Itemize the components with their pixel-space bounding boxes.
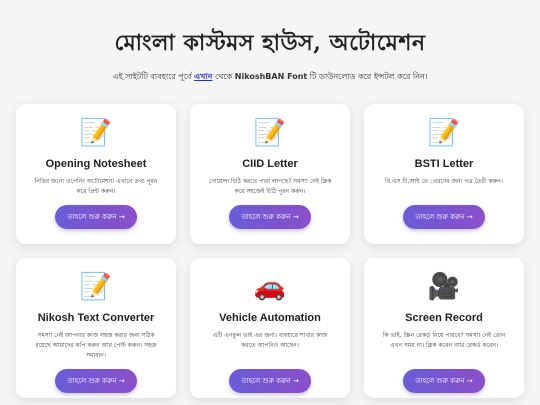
car-icon: 🚗 [253, 272, 287, 302]
card-screen-record: 🎥 Screen Record কি ভাই, স্ক্রিন রেকর্ড ন… [364, 258, 524, 398]
memo-icon: 📝 [79, 272, 113, 302]
subtitle-font-name: NikoshBAN Font [234, 72, 308, 81]
card-description: সমস্যা নেই আপনার কাজ সহজ করার জন্য সঠিক … [35, 332, 157, 359]
card-title: Vehicle Automation [219, 312, 321, 324]
start-button-screen-record[interactable]: তাহলে শুরু করুন → [403, 369, 485, 393]
card-title: BSTI Letter [414, 158, 474, 170]
start-button-bsti-letter[interactable]: তাহলে শুরু করুন → [403, 205, 485, 229]
card-title: CIID Letter [242, 158, 298, 170]
card-vehicle-automation: 🚗 Vehicle Automation এটি এনফুল ভাই এর জন… [190, 258, 350, 398]
start-button-nikosh-text-converter[interactable]: তাহলে শুরু করুন → [55, 369, 137, 393]
subtitle-suffix: টি ডাউনলোড করে ইন্সটল করে নিন। [309, 72, 428, 81]
card-description: কি ভাই, স্ক্রিন রেকর্ড নিয়ে পারবে? সমস্… [382, 332, 506, 349]
card-nikosh-text-converter: 📝 Nikosh Text Converter সমস্যা নেই আপনার… [16, 258, 176, 398]
subtitle-prefix: এই সাইটটি ব্যবহারে পূর্বে [112, 72, 192, 81]
memo-icon: 📝 [79, 118, 113, 148]
movie-camera-icon: 🎥 [427, 272, 461, 302]
font-download-link[interactable]: এখান [194, 72, 212, 81]
card-description: এটি এনফুল ভাই এর জন্য। ব্যবহারে শাখার কা… [212, 332, 328, 349]
start-button-ciid-letter[interactable]: তাহলে শুরু করুন → [229, 205, 311, 229]
page-header: মোংলা কাস্টমস হাউস, অটোমেশন এই সাইটটি ব্… [0, 0, 540, 84]
page-subtitle: এই সাইটটি ব্যবহারে পূর্বে এখান থেকে Niko… [0, 71, 540, 84]
page-title: মোংলা কাস্টমস হাউস, অটোমেশন [114, 30, 426, 56]
card-title: Screen Record [405, 312, 483, 324]
start-button-opening-notesheet[interactable]: তাহলে শুরু করুন → [55, 205, 137, 229]
card-bsti-letter: 📝 BSTI Letter বি.এস.টি.আই তে প্রেরণের জন… [364, 104, 524, 244]
card-title: Nikosh Text Converter [37, 312, 155, 324]
card-description: বি.এস.টি.আই তে প্রেরণের জন্য পত্র তৈরী ক… [385, 178, 503, 185]
subtitle-mid: থেকে [215, 72, 233, 81]
card-opening-notesheet: 📝 Opening Notesheet নিত্তির জন্যে ওপেনিং… [16, 104, 176, 244]
card-ciid-letter: 📝 CIID Letter গোয়েন্দা চিঠি করতে পারা ল… [190, 104, 350, 244]
memo-icon: 📝 [427, 118, 461, 148]
memo-icon: 📝 [253, 118, 287, 148]
card-title: Opening Notesheet [45, 158, 147, 170]
card-description: গোয়েন্দা চিঠি করতে পারা লাগছে? সমস্যা ন… [208, 178, 332, 195]
start-button-vehicle-automation[interactable]: তাহলে শুরু করুন → [229, 369, 311, 393]
card-description: নিত্তির জন্যে ওপেনিং অটোমেশন। এখানে তথ্য… [34, 178, 158, 195]
tool-card-grid: 📝 Opening Notesheet নিত্তির জন্যে ওপেনিং… [16, 104, 524, 398]
